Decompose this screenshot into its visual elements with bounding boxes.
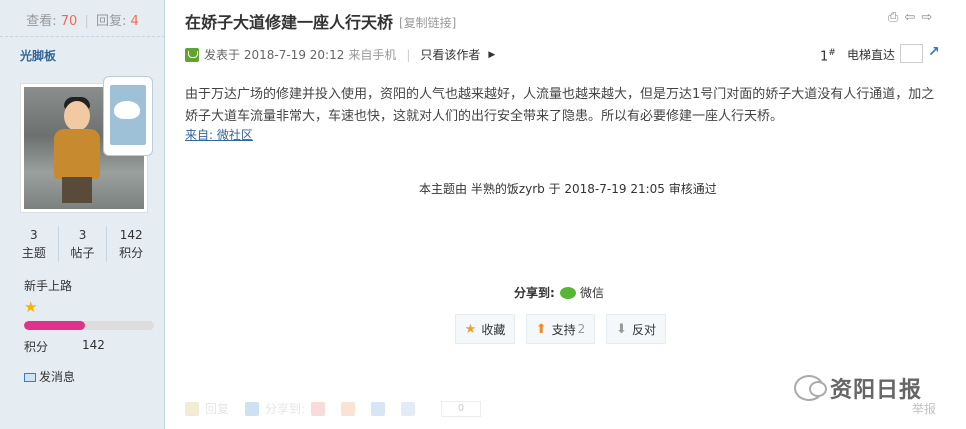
post-footer-bar: 回复 分享到: 0 bbox=[185, 400, 482, 417]
views-label: 查看: bbox=[26, 14, 57, 29]
copy-link[interactable]: [复制链接] bbox=[399, 14, 456, 31]
share-plus-icon[interactable] bbox=[245, 401, 260, 416]
from-mobile[interactable]: 来自手机 bbox=[348, 46, 396, 63]
counter-label: 主题 bbox=[21, 246, 46, 260]
counter-value: 3 bbox=[30, 228, 38, 242]
counter-threads[interactable]: 3 主题 bbox=[10, 226, 58, 262]
only-author-link[interactable]: 只看该作者 bbox=[420, 46, 480, 63]
level-progress-bar bbox=[24, 321, 154, 330]
print-icon[interactable]: ⎙ bbox=[888, 10, 898, 25]
counter-points[interactable]: 142 积分 bbox=[106, 226, 155, 262]
share-douban-icon[interactable] bbox=[401, 401, 416, 416]
counter-label: 积分 bbox=[119, 246, 144, 260]
watermark-text: 资阳日报 bbox=[830, 378, 923, 403]
support-label: 支持 bbox=[551, 322, 576, 337]
counter-value: 142 bbox=[119, 228, 143, 242]
counter-label: 帖子 bbox=[70, 246, 95, 260]
share-renren-icon[interactable] bbox=[371, 401, 386, 416]
counter-value: 3 bbox=[78, 228, 87, 242]
user-level[interactable]: 新手上路 bbox=[24, 277, 72, 294]
support-count: 2 bbox=[577, 322, 586, 336]
favorite-button[interactable]: ★ 收藏 bbox=[455, 314, 515, 344]
wechat-label: 微信 bbox=[580, 286, 605, 300]
score-label: 积分 bbox=[24, 340, 49, 354]
author-sidebar: 查看: 70 | 回复: 4 光脚板 3 主题 3 帖子 142 积分 新手上路… bbox=[0, 0, 165, 429]
author-counters: 3 主题 3 帖子 142 积分 bbox=[10, 226, 155, 262]
envelope-icon bbox=[24, 373, 36, 382]
thread-title: 在娇子大道修建一座人行天桥 bbox=[185, 13, 394, 32]
post-body: 由于万达广场的修建并投入使用，资阳的人气也越来越好，人流量也越来越大，但是万达1… bbox=[185, 87, 935, 124]
arrow-down-icon: ⬇ bbox=[616, 321, 627, 337]
thread-tools: ⎙ ⇦ ⇨ bbox=[888, 10, 932, 25]
source-link[interactable]: 来自: 微社区 bbox=[185, 126, 253, 143]
post-meta: 发表于 2018-7-19 20:12 来自手机 | 只看该作者 ▶ bbox=[185, 46, 495, 63]
wechat-icon bbox=[560, 286, 576, 299]
footer-share-label: 分享到: bbox=[265, 402, 306, 416]
send-message-link[interactable]: 发消息 bbox=[24, 368, 75, 385]
replies-label: 回复: bbox=[95, 14, 127, 29]
arrow-up-icon: ⬆ bbox=[535, 321, 547, 337]
reply-link[interactable]: 回复 bbox=[205, 400, 229, 417]
star-icon: ★ bbox=[464, 321, 477, 337]
mobile-user-badge-icon bbox=[103, 76, 153, 156]
support-button[interactable]: ⬆ 支持 2 bbox=[526, 314, 595, 344]
jump-to-floor-input[interactable] bbox=[900, 44, 923, 63]
send-message-label: 发消息 bbox=[39, 370, 76, 384]
score-value: 142 bbox=[82, 338, 105, 352]
floor-number[interactable]: 1# bbox=[820, 48, 836, 64]
oppose-label: 反对 bbox=[631, 322, 656, 337]
meta-divider: | bbox=[406, 47, 411, 62]
reply-icon[interactable] bbox=[185, 401, 199, 416]
author-username[interactable]: 光脚板 bbox=[20, 47, 56, 64]
counter-posts[interactable]: 3 帖子 bbox=[57, 226, 107, 262]
star-icon: ★ bbox=[24, 298, 38, 316]
posted-time: 2018-7-19 20:12 bbox=[243, 47, 345, 62]
replies-count: 4 bbox=[130, 14, 139, 29]
next-thread-icon[interactable]: ⇨ bbox=[921, 10, 932, 25]
views-count: 70 bbox=[60, 14, 78, 29]
share-count: 0 bbox=[441, 400, 482, 417]
watermark: 资阳日报 bbox=[794, 372, 922, 404]
jump-to-floor-label: 电梯直达 bbox=[847, 48, 896, 62]
caret-right-icon[interactable]: ▶ bbox=[488, 50, 495, 60]
online-status-icon bbox=[185, 47, 199, 62]
share-weibo-icon[interactable] bbox=[341, 401, 356, 416]
share-qzone-icon[interactable] bbox=[311, 401, 326, 416]
thread-stats: 查看: 70 | 回复: 4 bbox=[0, 10, 165, 29]
level-progress-fill bbox=[24, 321, 86, 330]
oppose-button[interactable]: ⬇ 反对 bbox=[606, 314, 666, 344]
review-notice: 本主题由 半熟的饭zyrb 于 2018-7-19 21:05 审核通过 bbox=[419, 182, 717, 196]
previous-thread-icon[interactable]: ⇦ bbox=[904, 10, 915, 25]
sidebar-divider bbox=[0, 36, 165, 37]
jump-go-icon[interactable]: ↗ bbox=[928, 44, 940, 60]
share-label: 分享到: bbox=[514, 286, 555, 300]
wechat-logo-icon bbox=[794, 375, 827, 401]
favorite-label: 收藏 bbox=[481, 322, 506, 337]
score-row: 积分 142 bbox=[24, 338, 144, 355]
posted-prefix: 发表于 bbox=[204, 48, 241, 62]
share-wechat-button[interactable]: 微信 bbox=[560, 284, 604, 301]
stats-divider: | bbox=[84, 14, 89, 29]
